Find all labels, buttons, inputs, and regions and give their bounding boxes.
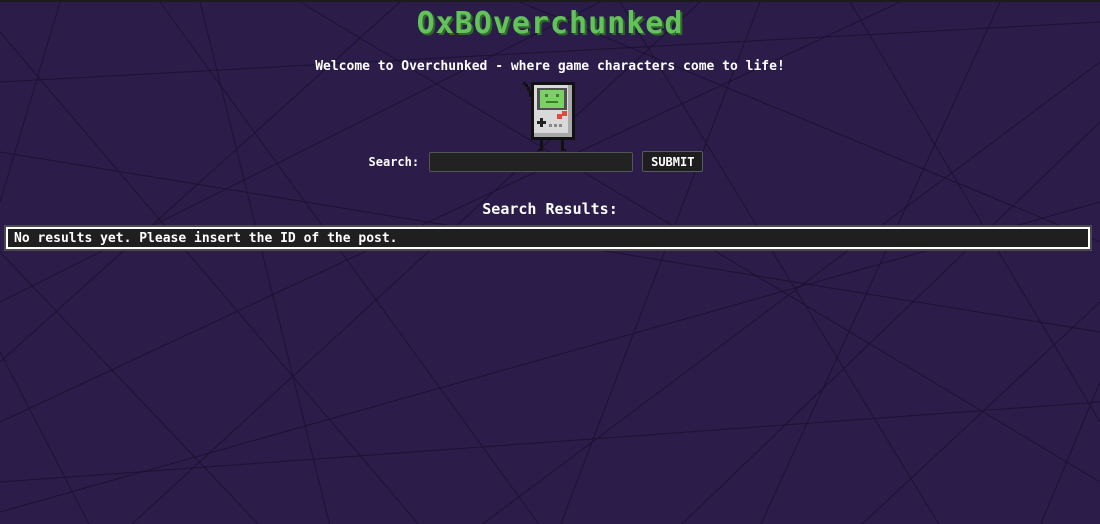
search-results-heading: Search Results: <box>482 200 618 218</box>
gameboy-character-icon <box>523 82 575 151</box>
submit-button[interactable]: SUBMIT <box>642 151 704 172</box>
search-form: Search: SUBMIT <box>0 151 1100 172</box>
welcome-text: Welcome to Overchunked - where game char… <box>315 59 785 74</box>
page: OxBOverchunked Welcome to Overchunked - … <box>0 0 1100 524</box>
search-results-box: No results yet. Please insert the ID of … <box>4 225 1092 251</box>
results-message: No results yet. Please insert the ID of … <box>14 230 398 246</box>
search-label: Search: <box>368 154 420 169</box>
site-title: OxBOverchunked <box>416 6 684 41</box>
search-input[interactable] <box>429 151 634 172</box>
